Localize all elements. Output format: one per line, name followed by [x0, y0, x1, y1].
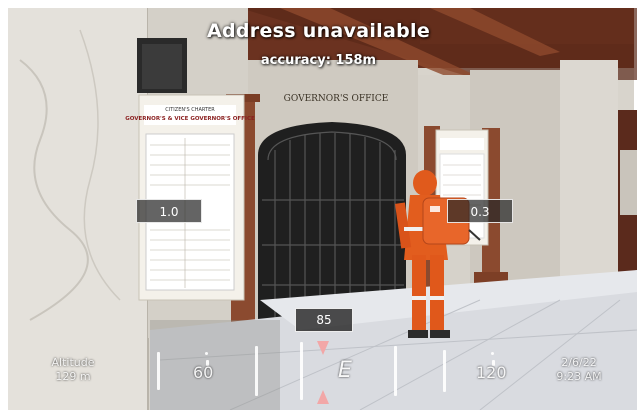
charter-title-line2: GOVERNOR'S & VICE GOVERNOR'S OFFICE [125, 116, 255, 122]
tilt-left-indicator: 1.0 [136, 199, 202, 223]
heading-readout: 85 [295, 308, 353, 332]
compass-tick [443, 350, 446, 392]
date-label: 2/6/22 [561, 356, 597, 369]
compass-tick-minor [491, 352, 494, 355]
compass-tick-minor [205, 352, 208, 355]
address-label: Address unavailable [206, 20, 431, 42]
camera-viewfinder: GOVERNOR'S OFFICE CITIZEN'S CHARTER GOVE… [0, 0, 637, 410]
altitude-label: Altitude [51, 356, 95, 369]
altitude-readout: Altitude 129 m [28, 356, 118, 384]
compass-tick [255, 346, 258, 396]
heading-pointer-icon [317, 341, 329, 355]
compass-tick [300, 342, 303, 400]
altitude-value: 129 m [55, 370, 91, 383]
heading-pointer-bottom-icon [317, 390, 329, 404]
compass-value-right: 120 [476, 363, 507, 382]
tilt-right-indicator: 0.3 [447, 199, 513, 223]
compass-tick [394, 346, 397, 396]
door-sign: GOVERNOR'S OFFICE [284, 94, 389, 104]
datetime-readout: 2/6/22 9:23 AM [533, 356, 625, 384]
compass-direction: E [338, 358, 352, 383]
compass-value-left: 60 [193, 363, 214, 382]
charter-title-line1: CITIZEN'S CHARTER [165, 107, 215, 113]
time-label: 9:23 AM [556, 370, 602, 383]
accuracy-label: accuracy: 158m [260, 53, 377, 68]
compass-tick [157, 352, 160, 390]
